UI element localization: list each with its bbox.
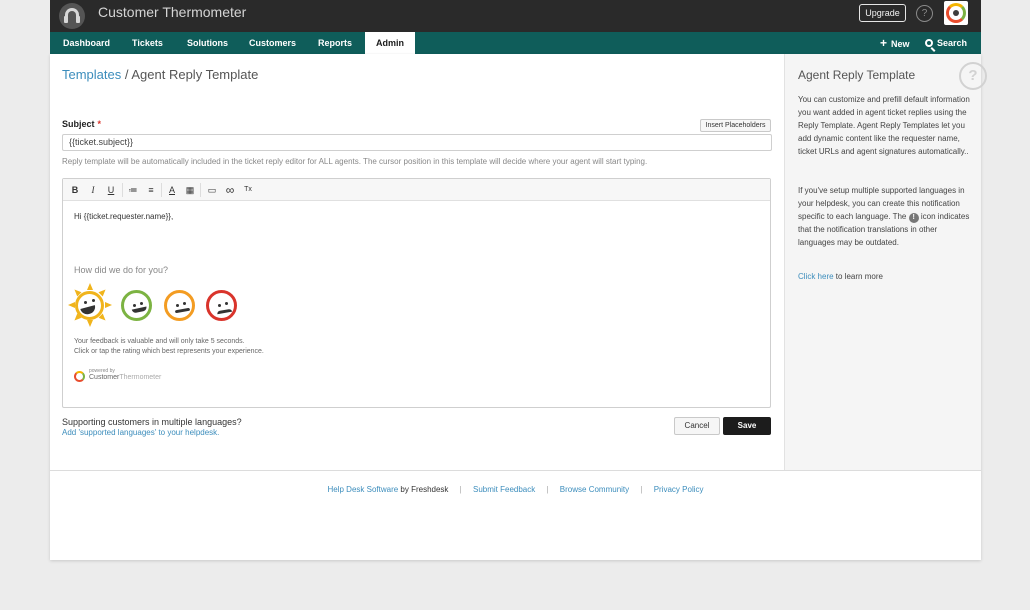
help-sidebar: Agent Reply Template ? You can customize… <box>784 54 987 470</box>
submit-feedback-link[interactable]: Submit Feedback <box>473 485 535 494</box>
multilang-question: Supporting customers in multiple languag… <box>62 417 242 427</box>
clear-format-icon[interactable]: Tx <box>242 184 254 196</box>
page-panel: Templates / Agent Reply Template Subject… <box>50 54 987 560</box>
bullet-list-icon[interactable]: ≔ <box>127 184 139 196</box>
feedback-text-1: Your feedback is valuable and will only … <box>74 338 245 345</box>
breadcrumb: Templates / Agent Reply Template <box>62 67 258 82</box>
thermometer-logo-icon <box>946 3 966 23</box>
click-here-link[interactable]: Click here <box>798 272 834 281</box>
rating-gold-icon[interactable] <box>68 283 112 327</box>
breadcrumb-separator: / <box>121 67 132 82</box>
feedback-text-2: Click or tap the rating which best repre… <box>74 348 264 355</box>
toolbar-divider <box>122 183 123 197</box>
breadcrumb-templates-link[interactable]: Templates <box>62 67 121 82</box>
toolbar-divider <box>161 183 162 197</box>
info-icon: ! <box>908 213 919 223</box>
nav-item-dashboard[interactable]: Dashboard <box>63 32 110 54</box>
privacy-policy-link[interactable]: Privacy Policy <box>654 485 704 494</box>
search-label: Search <box>937 38 968 48</box>
numbered-list-icon[interactable]: ≡ <box>145 184 157 196</box>
avatar[interactable] <box>944 1 968 25</box>
learn-more: Click here to learn more <box>798 272 883 281</box>
subject-hint: Reply template will be automatically inc… <box>62 157 648 166</box>
search-button[interactable]: Search <box>925 32 967 54</box>
toolbar-divider <box>200 183 201 197</box>
browse-community-link[interactable]: Browse Community <box>560 485 629 494</box>
learn-more-text: to learn more <box>833 272 883 281</box>
rating-question: How did we do for you? <box>74 265 169 275</box>
brand-part-2: Thermometer <box>119 374 162 381</box>
background-color-icon[interactable]: ▦ <box>184 184 196 196</box>
required-mark: * <box>97 119 102 129</box>
rating-red-icon[interactable] <box>206 290 237 321</box>
help-desk-software-link[interactable]: Help Desk Software <box>327 485 398 494</box>
sidebar-languages-note: If you've setup multiple supported langu… <box>798 184 974 249</box>
bold-button[interactable]: B <box>69 184 81 196</box>
footer-by-text: by Freshdesk <box>398 485 449 494</box>
font-color-icon[interactable]: A <box>166 184 178 196</box>
editor-content[interactable]: Hi {{ticket.requester.name}}, How did we… <box>63 201 770 407</box>
thermometer-logo-icon <box>74 371 85 382</box>
upgrade-button[interactable]: Upgrade <box>859 4 906 22</box>
main-nav: Dashboard Tickets Solutions Customers Re… <box>50 32 981 54</box>
supported-languages-link[interactable]: Add 'supported languages' to your helpde… <box>62 428 219 437</box>
sidebar-description: You can customize and prefill default in… <box>798 95 970 156</box>
link-icon[interactable]: ∞ <box>224 184 236 196</box>
help-icon[interactable]: ? <box>959 62 987 90</box>
rich-text-editor[interactable]: B I U ≔ ≡ A ▦ ▭ ∞ Tx Hi {{ticket.request… <box>62 178 771 408</box>
page-title: Agent Reply Template <box>131 67 259 82</box>
greeting-text: Hi {{ticket.requester.name}}, <box>74 212 174 221</box>
footer-separator: | <box>546 485 549 494</box>
image-icon[interactable]: ▭ <box>206 184 218 196</box>
footer: Help Desk Software by Freshdesk | Submit… <box>50 470 981 560</box>
rating-amber-icon[interactable] <box>164 290 195 321</box>
nav-item-tickets[interactable]: Tickets <box>132 32 163 54</box>
nav-item-reports[interactable]: Reports <box>318 32 352 54</box>
footer-links: Help Desk Software by Freshdesk | Submit… <box>50 485 981 494</box>
nav-item-customers[interactable]: Customers <box>249 32 296 54</box>
powered-by-brand: CustomerThermometer <box>89 374 161 381</box>
footer-separator: | <box>459 485 462 494</box>
cancel-button[interactable]: Cancel <box>674 417 720 435</box>
new-button[interactable]: + New <box>880 32 910 54</box>
headphones-logo-icon[interactable] <box>59 3 85 29</box>
nav-item-admin[interactable]: Admin <box>365 32 415 54</box>
underline-button[interactable]: U <box>105 184 117 196</box>
brand-part-1: Customer <box>89 374 120 381</box>
rating-green-icon[interactable] <box>121 290 152 321</box>
new-label: New <box>891 39 910 49</box>
sidebar-title: Agent Reply Template <box>798 68 916 82</box>
editor-toolbar: B I U ≔ ≡ A ▦ ▭ ∞ Tx <box>63 179 770 201</box>
app-title: Customer Thermometer <box>98 4 247 20</box>
help-icon[interactable]: ? <box>916 5 933 22</box>
footer-separator: | <box>640 485 643 494</box>
plus-icon: + <box>880 36 888 50</box>
content-area: Templates / Agent Reply Template Subject… <box>50 54 784 470</box>
subject-label: Subject * <box>62 119 101 129</box>
insert-placeholders-button[interactable]: Insert Placeholders <box>700 119 771 132</box>
search-icon <box>925 39 933 47</box>
subject-label-text: Subject <box>62 119 95 129</box>
subject-input[interactable]: {{ticket.subject}} <box>62 134 772 151</box>
save-button[interactable]: Save <box>723 417 771 435</box>
italic-button[interactable]: I <box>87 184 99 196</box>
top-bar: Customer Thermometer Upgrade ? <box>50 0 981 32</box>
nav-item-solutions[interactable]: Solutions <box>187 32 228 54</box>
